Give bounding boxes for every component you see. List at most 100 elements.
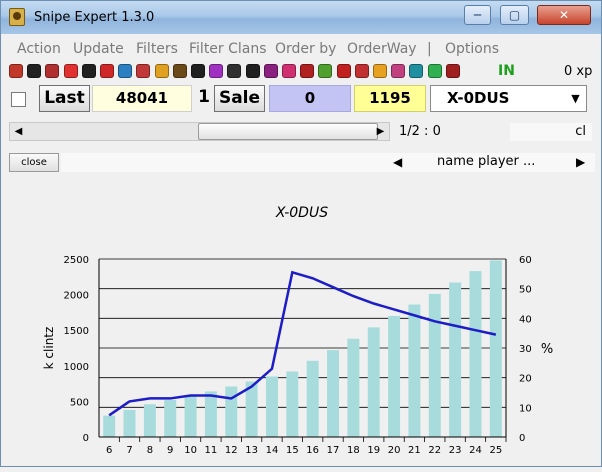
menu-filters[interactable]: Filters	[136, 41, 178, 57]
bar-12	[225, 386, 238, 437]
clan-icon-1[interactable]	[9, 64, 23, 78]
bar-14	[265, 376, 278, 437]
y-right-tick-label: 30	[519, 344, 532, 355]
clan-icon-20[interactable]	[354, 64, 369, 78]
y-left-tick-label: 1000	[64, 362, 89, 373]
bar-22	[428, 293, 441, 437]
clan-icon-19[interactable]	[336, 64, 351, 78]
clan-icon-21[interactable]	[373, 64, 387, 78]
menu-options[interactable]: Options	[445, 41, 499, 57]
controls-row: Last 48041 1 Sale 0 1195 X-0DUS ▼	[1, 83, 602, 113]
sort-prev-icon[interactable]: ◀	[393, 155, 402, 169]
chevron-down-icon[interactable]: ▼	[567, 88, 584, 109]
x-tick-label: 10	[184, 445, 197, 456]
clintz-chart: X-0DUS 0 500 1000 1500 2000 2500 0 10 20 30 40 50 60 6…	[42, 205, 553, 456]
page-indicator: 1/2 : 0	[399, 124, 441, 139]
select-checkbox[interactable]	[11, 92, 26, 107]
window-title: Snipe Expert 1.3.0	[34, 10, 155, 25]
scroll-right-icon[interactable]: ▶	[372, 123, 389, 140]
clan-icon-22[interactable]	[391, 64, 406, 78]
y-right-tick-label: 60	[519, 255, 532, 266]
clan-icon-13[interactable]	[227, 64, 242, 78]
x-tick-label: 23	[449, 445, 462, 456]
x-tick-label: 6	[106, 445, 112, 456]
bar-11	[204, 391, 217, 437]
clan-icon-24[interactable]	[427, 64, 442, 78]
y-right-tick-label: 0	[519, 433, 525, 444]
menu-action[interactable]: Action	[17, 41, 61, 57]
x-tick-label: 7	[126, 445, 132, 456]
clan-icon-4[interactable]	[63, 64, 78, 78]
total-value: 48041	[92, 85, 192, 112]
sale-button[interactable]: Sale	[214, 85, 265, 112]
count-value: 1	[198, 87, 210, 107]
clan-icon-18[interactable]	[318, 64, 333, 78]
clan-icon-15[interactable]	[263, 64, 278, 78]
x-tick-label: 19	[367, 445, 380, 456]
bar-19	[367, 327, 380, 437]
bar-18	[347, 338, 360, 437]
clan-icon-25[interactable]	[445, 64, 460, 78]
menu-order-by[interactable]: Order by	[275, 41, 336, 57]
x-tick-label: 15	[286, 445, 299, 456]
bar-16	[306, 360, 319, 437]
menu-bar: Action Update Filters Filter Clans Order…	[9, 40, 595, 59]
menu-orderway[interactable]: OrderWay	[347, 41, 417, 57]
app-window: Snipe Expert 1.3.0 ─ ▢ ✕ Action Update F…	[0, 0, 602, 467]
clan-icon-10[interactable]	[172, 64, 187, 78]
clan-icon-9[interactable]	[154, 64, 169, 78]
y-right-axis-label: %	[541, 342, 553, 357]
clan-icon-2[interactable]	[27, 64, 42, 78]
scroll-thumb[interactable]	[198, 123, 378, 140]
close-button[interactable]: close	[9, 153, 59, 172]
x-tick-label: 8	[147, 445, 153, 456]
clan-icon-6[interactable]	[100, 64, 114, 78]
bar-25	[489, 260, 502, 437]
y-left-tick-label: 2000	[64, 291, 89, 302]
close-window-button[interactable]: ✕	[537, 5, 591, 25]
sort-row: close ◀ name player ... ▶	[1, 152, 602, 174]
price-value: 1195	[354, 85, 426, 112]
bar-8	[143, 404, 156, 437]
clan-icon-12[interactable]	[209, 64, 224, 78]
x-tick-label: 17	[327, 445, 340, 456]
x-tick-label: 12	[225, 445, 238, 456]
x-tick-label: 22	[428, 445, 441, 456]
player-select-value: X-0DUS	[447, 89, 510, 107]
xp-label: 0 xp	[564, 64, 593, 79]
bar-21	[408, 304, 421, 437]
clan-icon-23[interactable]	[409, 64, 424, 78]
y-right-tick-label: 10	[519, 403, 532, 414]
bar-10	[184, 395, 197, 437]
player-select[interactable]: X-0DUS ▼	[430, 85, 587, 112]
x-tick-label: 14	[266, 445, 279, 456]
menu-filter-clans[interactable]: Filter Clans	[189, 41, 267, 57]
bar-17	[327, 350, 340, 437]
x-tick-label: 21	[408, 445, 421, 456]
last-button[interactable]: Last	[39, 85, 90, 112]
scroll-row: ◀ ▶ 1/2 : 0 cl	[1, 121, 602, 143]
clan-icon-16[interactable]	[282, 64, 296, 78]
bar-7	[123, 409, 136, 437]
maximize-button[interactable]: ▢	[500, 5, 529, 25]
bar-15	[286, 371, 299, 437]
minimize-button[interactable]: ─	[464, 5, 491, 25]
clan-icon-17[interactable]	[300, 64, 315, 78]
sort-next-icon[interactable]: ▶	[576, 155, 585, 169]
x-tick-label: 24	[469, 445, 482, 456]
title-bar[interactable]: Snipe Expert 1.3.0 ─ ▢ ✕	[1, 1, 601, 34]
clan-icon-3[interactable]	[45, 64, 60, 78]
x-tick-label: 11	[205, 445, 218, 456]
horizontal-scrollbar[interactable]: ◀ ▶	[9, 122, 390, 141]
clan-icon-14[interactable]	[245, 64, 260, 78]
scroll-left-icon[interactable]: ◀	[10, 123, 27, 140]
clan-icon-5[interactable]	[81, 64, 96, 78]
status-in-label: IN	[498, 63, 515, 79]
clan-icon-7[interactable]	[118, 64, 133, 78]
x-tick-label: 18	[347, 445, 360, 456]
cl-field: cl	[510, 123, 592, 141]
menu-update[interactable]: Update	[73, 41, 124, 57]
y-right-tick-label: 40	[519, 314, 532, 325]
clan-icon-11[interactable]	[191, 64, 205, 78]
clan-icon-8[interactable]	[136, 64, 151, 78]
